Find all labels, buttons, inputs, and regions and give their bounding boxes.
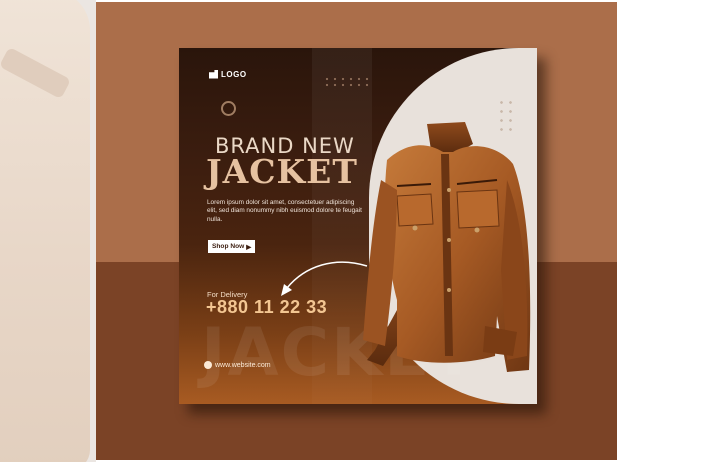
globe-icon [204,361,212,369]
headline-jacket: JACKET [206,152,358,191]
shop-now-button[interactable]: Shop Now ▶ [208,240,256,253]
website-row[interactable]: www.website.com [204,361,271,369]
social-post-poster: LOGO BRAND NEW JACKET Lorem ipsum dolor … [179,48,537,404]
logo-text: LOGO [221,69,247,79]
shop-now-label: Shop Now [212,243,245,250]
ring-decoration-icon [221,101,236,116]
website-text: www.website.com [215,361,271,369]
body-copy: Lorem ipsum dolor sit amet, consectetuer… [207,199,362,223]
brand-logo: LOGO [209,68,247,80]
triangle-right-icon: ▶ [246,243,252,251]
logo-mark-icon [209,69,218,79]
leather-jacket-image [363,122,531,372]
dot-grid-decoration [323,76,371,90]
left-jacket-photo [0,0,96,462]
